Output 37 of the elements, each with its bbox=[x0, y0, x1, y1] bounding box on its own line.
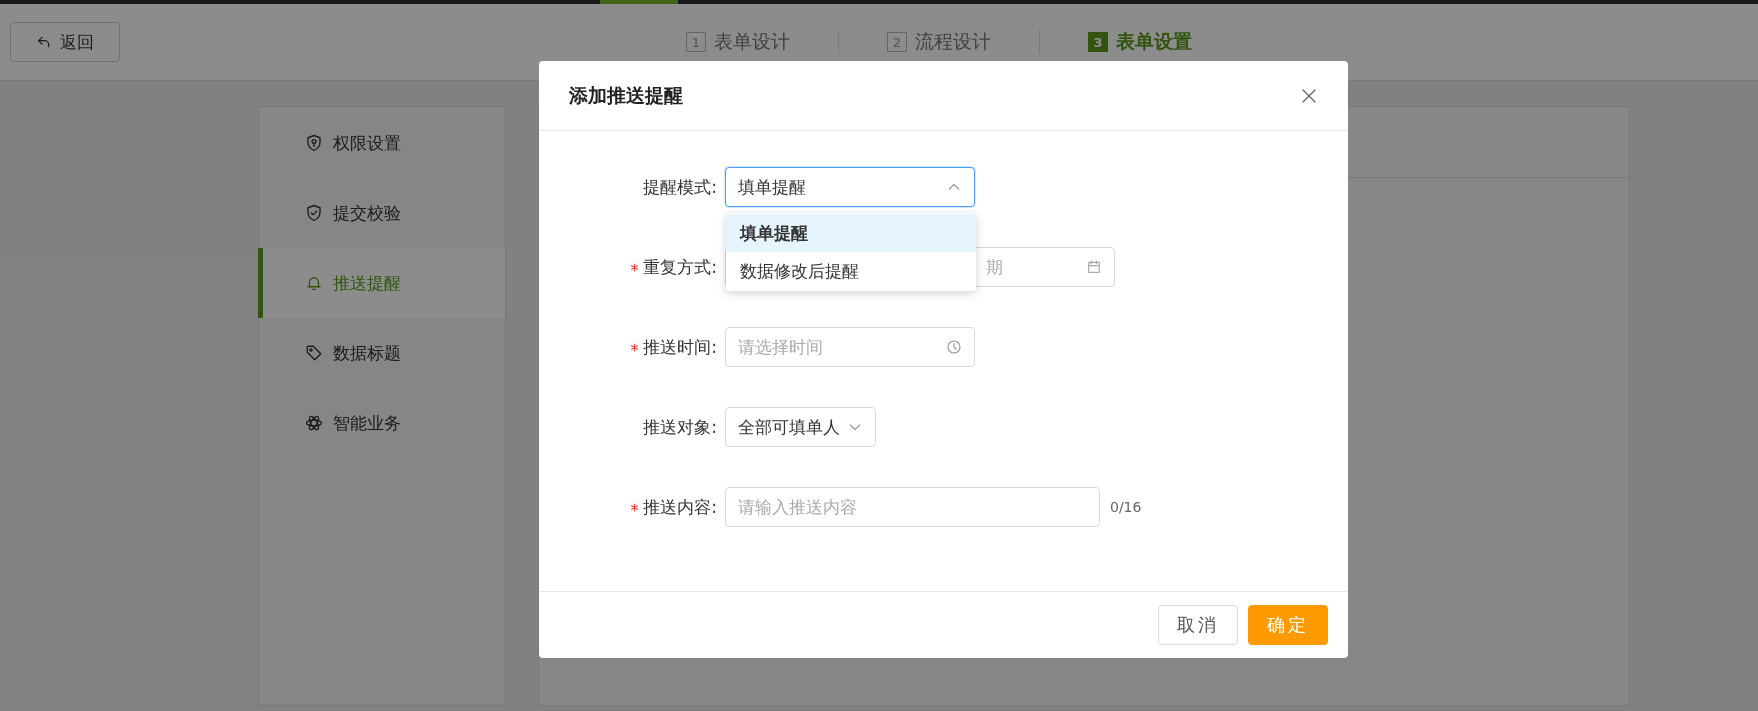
step-number: 1 bbox=[686, 32, 706, 52]
back-button[interactable]: 返回 bbox=[10, 22, 120, 62]
step-label: 表单设计 bbox=[714, 29, 790, 54]
step-number: 3 bbox=[1088, 32, 1108, 52]
required-icon bbox=[630, 262, 640, 272]
step-tab[interactable]: 3 表单设置 bbox=[1080, 29, 1200, 55]
character-counter: 0/16 bbox=[1110, 499, 1142, 515]
sidebar-item[interactable]: 权限设置 bbox=[258, 108, 505, 178]
atom-icon bbox=[305, 414, 323, 432]
step-label: 流程设计 bbox=[915, 29, 991, 54]
field-label: 重复方式: bbox=[643, 255, 717, 279]
field-label: 推送内容: bbox=[643, 495, 717, 519]
required-icon bbox=[630, 342, 640, 352]
back-arrow-icon bbox=[36, 34, 52, 50]
step-tab[interactable]: 2 流程设计 bbox=[879, 29, 999, 55]
dropdown-option[interactable]: 填单提醒 bbox=[726, 214, 976, 252]
step-tab[interactable]: 1 表单设计 bbox=[678, 29, 798, 55]
calendar-icon bbox=[1086, 259, 1102, 275]
required-icon bbox=[630, 502, 640, 512]
shield-check-icon bbox=[305, 204, 323, 222]
field-label: 提醒模式: bbox=[643, 175, 717, 199]
dropdown-option[interactable]: 数据修改后提醒 bbox=[726, 252, 976, 290]
bell-icon bbox=[305, 274, 323, 292]
tag-icon bbox=[305, 344, 323, 362]
step-label: 表单设置 bbox=[1116, 29, 1192, 54]
sidebar-item[interactable]: 推送提醒 bbox=[258, 248, 505, 318]
sidebar-item[interactable]: 智能业务 bbox=[258, 388, 505, 458]
sidebar-item[interactable]: 提交校验 bbox=[258, 178, 505, 248]
select-field[interactable]: 全部可填单人 bbox=[725, 407, 876, 447]
field-label: 推送时间: bbox=[643, 335, 717, 359]
field-label: 推送对象: bbox=[643, 415, 717, 439]
sidebar-item[interactable]: 数据标题 bbox=[258, 318, 505, 388]
shield-key-icon bbox=[305, 134, 323, 152]
dialog-title: 添加推送提醒 bbox=[569, 82, 683, 108]
cancel-button[interactable]: 取消 bbox=[1158, 605, 1238, 645]
step-number: 2 bbox=[887, 32, 907, 52]
clock-icon bbox=[946, 339, 962, 355]
